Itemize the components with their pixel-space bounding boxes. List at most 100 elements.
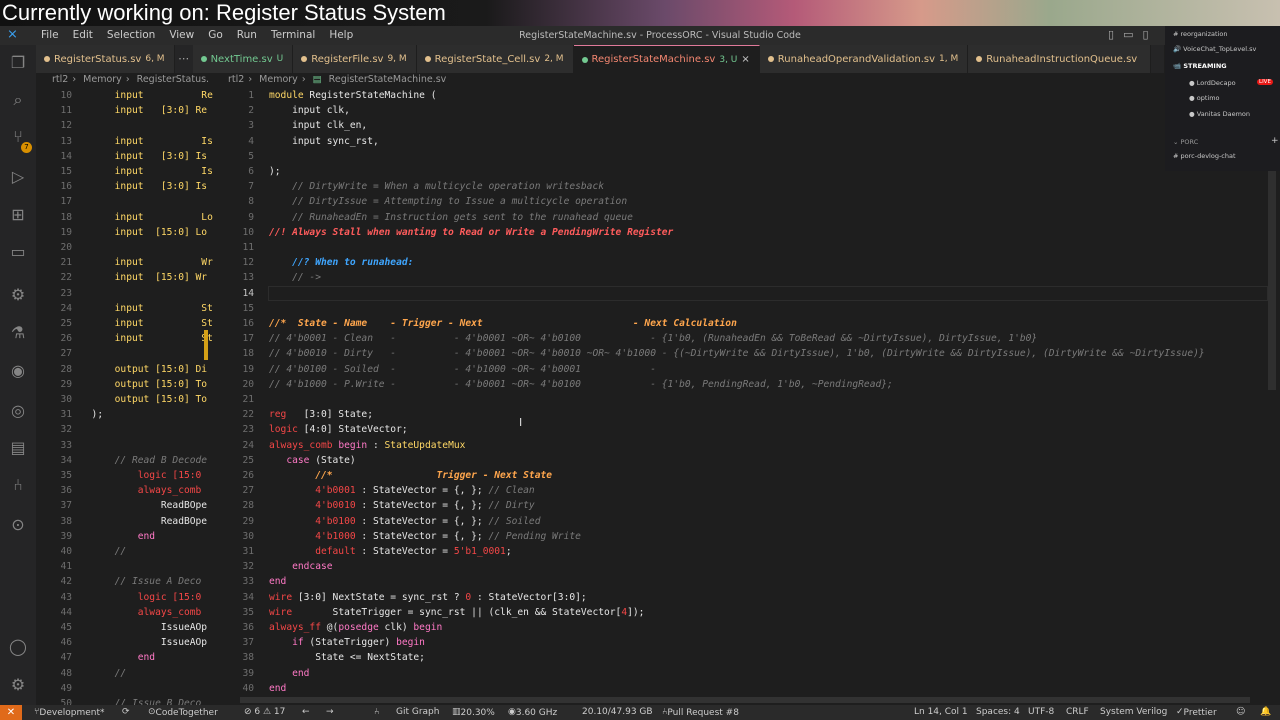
manage-gear-icon[interactable]: ⚙	[0, 675, 36, 695]
problems-indicator[interactable]: ⊘ 6 ⚠ 17	[244, 706, 285, 719]
line-number: 6	[248, 166, 254, 177]
back-arrow-icon[interactable]: ←	[302, 706, 310, 719]
line-number: 13	[242, 272, 254, 284]
gitlens-icon[interactable]: ◎	[0, 401, 36, 421]
encoding[interactable]: UTF-8	[1028, 706, 1054, 719]
more-actions-icon[interactable]: ⋯	[174, 45, 193, 73]
vertical-scrollbar[interactable]	[1268, 170, 1276, 390]
toggle-secondary-sidebar-icon[interactable]: ▯	[1142, 28, 1148, 41]
git-graph-icon[interactable]: ⑃	[0, 475, 36, 495]
code-token: always_comb	[269, 439, 333, 451]
editor-tab[interactable]: RunaheadOperandValidation.sv 1, M	[759, 45, 969, 73]
live-share-icon[interactable]: ⚙	[0, 285, 36, 305]
indentation[interactable]: Spaces: 4	[976, 706, 1020, 719]
menu-item-help[interactable]: Help	[322, 28, 360, 43]
language-mode[interactable]: System Verilog	[1100, 706, 1167, 719]
extensions-icon[interactable]: ⊞	[0, 205, 36, 225]
code-token: ;	[505, 546, 512, 557]
docker-icon[interactable]: ▤	[0, 438, 36, 458]
run-debug-icon[interactable]: ▷	[0, 167, 36, 187]
code-token: // Clean	[488, 485, 535, 497]
menu-item-terminal[interactable]: Terminal	[264, 28, 322, 43]
line-endings[interactable]: CRLF	[1066, 706, 1089, 719]
breadcrumb-item[interactable]: RegisterStatus.	[137, 74, 209, 85]
forward-arrow-icon[interactable]: →	[326, 706, 334, 719]
toggle-panel-icon[interactable]: ▭	[1123, 28, 1133, 41]
horizontal-scrollbar[interactable]	[240, 697, 1250, 703]
code-token: //? When to runahead:	[269, 257, 414, 269]
left-editor-pane[interactable]: 10 input Re 11 input [3:0] Re 12 13 input I…	[36, 88, 216, 705]
breadcrumb-item[interactable]: RegisterStateMachine.sv	[329, 74, 447, 85]
explorer-icon[interactable]: ❐	[0, 53, 36, 73]
main-editor-pane[interactable]: 1 module RegisterStateMachine (2 input cl…	[216, 88, 1268, 697]
code-line: //	[80, 546, 127, 557]
menu-item-file[interactable]: File	[34, 28, 66, 43]
chat-channel[interactable]: # reorganization	[1173, 30, 1227, 38]
line-number: 15	[242, 302, 254, 314]
feedback-icon[interactable]: ☺	[1236, 706, 1245, 719]
code-line: // Read B Decode	[80, 454, 208, 466]
menu-item-view[interactable]: View	[162, 28, 201, 43]
git-graph-icon[interactable]: ⑃	[374, 706, 379, 719]
account-icon[interactable]: ◯	[0, 637, 36, 657]
close-tab-icon[interactable]: ×	[741, 54, 749, 65]
breadcrumb-item[interactable]: Memory	[259, 74, 298, 85]
editor-tab[interactable]: RegisterStateMachine.sv 3, U ×	[573, 45, 760, 73]
code-line: 4'b0100 : StateVector = {, }; // Soiled	[269, 514, 540, 529]
code-line: wire StateTrigger = sync_rst || (clk_en …	[269, 605, 644, 620]
branch-indicator[interactable]: ⑂ Development*	[34, 706, 105, 719]
menu-item-edit[interactable]: Edit	[66, 28, 100, 43]
menu-item-go[interactable]: Go	[201, 28, 230, 43]
remote-explorer-icon[interactable]: ▭	[0, 242, 36, 262]
search-icon[interactable]: ⌕	[0, 90, 36, 110]
chat-user[interactable]: ● Vanitas Daemon	[1189, 110, 1250, 118]
line-number: 50	[60, 698, 72, 705]
code-line: 4'b1000 : StateVector = {, }; // Pending…	[269, 529, 581, 544]
remote-indicator[interactable]: ✕	[0, 705, 22, 720]
line-number: 26	[60, 333, 72, 345]
code-line: input clk_en,	[269, 118, 367, 133]
code-line: output [15:0] Di	[80, 363, 208, 375]
cursor-position[interactable]: Ln 14, Col 1	[914, 706, 968, 719]
editor-tab[interactable]: NextTime.sv U	[192, 45, 294, 73]
code-line: default : StateVector = 5'b1_0001;	[269, 544, 512, 559]
breadcrumb-item[interactable]: rtl2	[228, 74, 244, 85]
menu-item-selection[interactable]: Selection	[100, 28, 162, 43]
voice-channel[interactable]: 🔊 VoiceChat_TopLevel.sv	[1173, 45, 1256, 53]
codetogether-icon[interactable]: ⊙	[0, 515, 36, 535]
breadcrumb-item[interactable]: Memory	[83, 74, 122, 85]
code-token: );	[269, 166, 281, 177]
line-number: 15	[60, 166, 72, 177]
code-token: // ->	[269, 272, 321, 284]
chat-user[interactable]: ● LordDecapo	[1189, 79, 1236, 87]
code-token: // Soiled	[488, 515, 541, 527]
prettier-status[interactable]: ✓ Prettier	[1176, 706, 1217, 719]
code-line: //	[80, 667, 127, 679]
pull-request-status[interactable]: ⑃ Pull Request #8	[662, 706, 739, 719]
testing-icon[interactable]: ⚗	[0, 323, 36, 343]
line-number: 31	[60, 409, 72, 421]
mouse-text-cursor-icon: I	[519, 416, 523, 429]
codetogether-status[interactable]: ⊙ CodeTogether	[148, 706, 218, 719]
code-token: // Dirty	[488, 500, 535, 512]
sync-icon[interactable]: ⟳	[122, 706, 130, 719]
code-token: // 4'b0010 - Dirty - - 4'b0001 ~OR~ 4'b0…	[269, 348, 1205, 360]
breadcrumb-item[interactable]: rtl2	[52, 74, 68, 85]
editor-tab[interactable]: RegisterStatus.sv 6, M	[36, 45, 175, 73]
line-number: 10	[60, 90, 72, 101]
git-graph-status[interactable]: Git Graph	[396, 706, 439, 719]
line-number: 37	[242, 637, 254, 649]
toggle-sidebar-icon[interactable]: ▯	[1108, 28, 1114, 41]
line-number: 12	[60, 120, 72, 132]
menu-item-run[interactable]: Run	[230, 28, 264, 43]
notifications-icon[interactable]: 🔔	[1260, 706, 1271, 719]
editor-tab[interactable]: RegisterState_Cell.sv 2, M	[416, 45, 574, 73]
chat-channel-2[interactable]: # porc-devlog-chat	[1173, 152, 1236, 160]
chat-user[interactable]: ● optimo	[1189, 94, 1220, 102]
editor-tab[interactable]: RunaheadInstructionQueue.sv	[968, 45, 1152, 73]
add-channel-icon[interactable]: +	[1271, 136, 1279, 146]
line-number: 24	[60, 302, 72, 314]
github-icon[interactable]: ◉	[0, 361, 36, 381]
tab-status: 2, M	[544, 54, 564, 64]
editor-tab[interactable]: RegisterFile.sv 9, M	[293, 45, 417, 73]
